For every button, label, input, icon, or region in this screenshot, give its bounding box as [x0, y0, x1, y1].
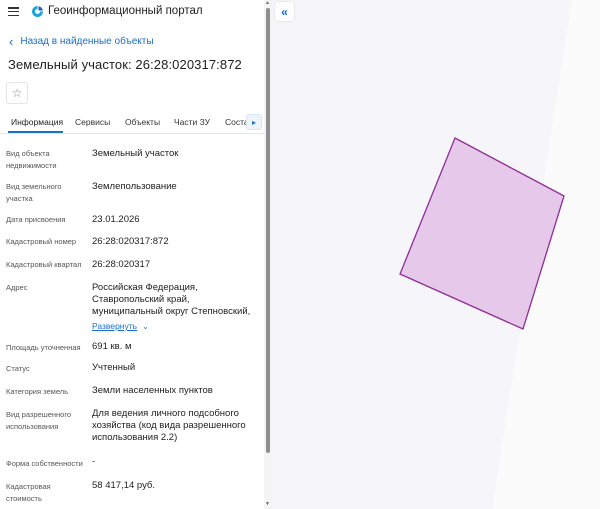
collapse-panel-button[interactable]: « — [275, 2, 294, 21]
detail-value: Землепользование — [92, 181, 177, 192]
tab-information[interactable]: Информация — [11, 117, 63, 127]
detail-label: Вид разрешенного использования — [6, 410, 72, 431]
detail-value: 26:28:020317 — [92, 259, 151, 270]
map-view[interactable] — [272, 0, 600, 509]
double-chevron-left-icon: « — [281, 4, 288, 19]
tab-services[interactable]: Сервисы — [75, 117, 110, 127]
map-canvas[interactable] — [272, 0, 600, 509]
detail-value: - — [92, 456, 96, 467]
detail-label: Вид земельного участка — [6, 182, 62, 203]
page-title: Земельный участок: 26:28:020317:872 — [8, 57, 242, 72]
detail-label: Форма собственности — [6, 459, 83, 468]
detail-label: Площадь уточненная — [6, 343, 81, 352]
detail-value: Земельный участок — [92, 148, 179, 159]
scroll-up-icon[interactable]: ▲ — [265, 0, 270, 6]
address-expand[interactable]: Развернуть ⌄ — [92, 320, 262, 333]
detail-label: Статус — [6, 364, 30, 373]
detail-value: 23.01.2026 — [92, 214, 140, 225]
detail-value: 26:28:020317:872 — [92, 236, 169, 247]
detail-label: Дата присвоения — [6, 215, 66, 224]
detail-label: Вид объекта недвижимости — [6, 149, 57, 170]
detail-label: Категория земель — [6, 387, 69, 396]
scroll-down-icon[interactable]: ▼ — [265, 501, 270, 507]
detail-value: 691 кв. м — [92, 341, 132, 352]
star-icon: ☆ — [11, 86, 23, 100]
back-to-results-link[interactable]: ‹ Назад в найденные объекты — [9, 33, 154, 49]
info-panel: Геоинформационный портал ‹ Назад в найде… — [0, 0, 272, 509]
detail-value: Для ведения личного подсобного хозяйства… — [92, 408, 246, 443]
detail-value: Земли населенных пунктов — [92, 385, 213, 396]
favorite-button[interactable]: ☆ — [6, 82, 28, 104]
chevron-right-icon: ▸ — [251, 117, 256, 127]
detail-label: Кадастровая стоимость — [6, 482, 51, 503]
address-value: Российская Федерация, Ставропольский кра… — [92, 282, 251, 317]
top-bar: Геоинформационный портал — [0, 0, 264, 24]
detail-value: Учтенный — [92, 362, 136, 373]
tab-parts[interactable]: Части ЗУ — [174, 117, 210, 127]
scrollbar-thumb[interactable] — [266, 8, 270, 453]
tab-bar: Информация Сервисы Объекты Части ЗУ Сост… — [0, 110, 264, 134]
detail-label: Адрес — [6, 283, 28, 292]
chevron-down-icon: ⌄ — [142, 322, 149, 331]
menu-icon[interactable] — [8, 7, 19, 17]
active-tab-indicator — [8, 131, 63, 133]
detail-value: 58 417,14 руб. — [92, 480, 156, 491]
portal-logo-icon — [32, 6, 43, 17]
detail-label: Кадастровый квартал — [6, 260, 82, 269]
tabs-scroll-right-button[interactable]: ▸ — [246, 114, 262, 130]
expand-link[interactable]: Развернуть — [92, 321, 137, 331]
portal-title: Геоинформационный портал — [48, 5, 203, 17]
back-link-label: Назад в найденные объекты — [20, 36, 154, 47]
tab-objects[interactable]: Объекты — [125, 117, 160, 127]
chevron-left-icon: ‹ — [9, 33, 14, 49]
detail-label: Кадастровый номер — [6, 237, 77, 246]
